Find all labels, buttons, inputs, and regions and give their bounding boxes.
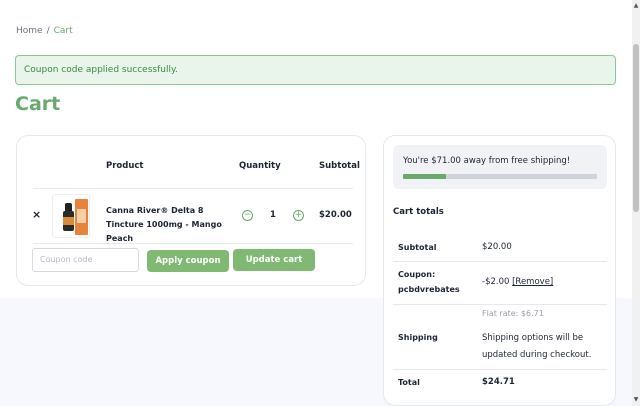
free-shipping-notice: You're $71.00 away from free shipping! bbox=[393, 145, 607, 189]
bottle-label-image bbox=[63, 217, 74, 225]
quantity-increase-button[interactable]: + bbox=[293, 210, 304, 221]
subtotal-label: Subtotal bbox=[398, 243, 437, 252]
product-name-link[interactable]: Canna River® Delta 8 Tincture 1000mg - M… bbox=[106, 204, 232, 246]
totals-divider bbox=[393, 304, 607, 305]
breadcrumb: Home / Cart bbox=[16, 26, 73, 36]
coupon-code-input[interactable]: Coupon code bbox=[32, 248, 139, 272]
product-box-stripe bbox=[77, 209, 86, 223]
free-shipping-progress-bar bbox=[403, 174, 597, 179]
breadcrumb-separator: / bbox=[46, 26, 50, 36]
shipping-options-note: Shipping options will be updated during … bbox=[482, 333, 592, 360]
coupon-discount: -$2.00 [Remove] bbox=[482, 275, 553, 290]
subtotal-column-header: Subtotal bbox=[319, 161, 360, 171]
free-shipping-message: You're $71.00 away from free shipping! bbox=[403, 156, 571, 166]
success-notice: Coupon code applied successfully. bbox=[15, 55, 616, 85]
apply-coupon-button[interactable]: Apply coupon bbox=[147, 250, 229, 272]
total-label: Total bbox=[398, 378, 420, 387]
header-divider bbox=[33, 188, 353, 189]
quantity-decrease-button[interactable]: − bbox=[242, 210, 253, 221]
product-thumbnail[interactable] bbox=[52, 194, 90, 238]
breadcrumb-current: Cart bbox=[53, 26, 73, 36]
coupon-label: Coupon: pcbdvrebates bbox=[398, 270, 460, 294]
total-value: $24.71 bbox=[482, 377, 515, 387]
line-item-subtotal: $20.00 bbox=[319, 210, 352, 220]
scroll-down-arrow-icon[interactable]: ▼ bbox=[632, 396, 640, 404]
cart-totals-title: Cart totals bbox=[393, 207, 444, 217]
scroll-up-arrow-icon[interactable]: ▲ bbox=[632, 2, 640, 10]
totals-divider bbox=[393, 369, 607, 370]
coupon-value: -$2.00 bbox=[482, 277, 510, 287]
free-shipping-progress-fill bbox=[403, 174, 446, 179]
quantity-column-header: Quantity bbox=[239, 161, 281, 171]
cart-totals-card: You're $71.00 away from free shipping! C… bbox=[383, 135, 616, 406]
breadcrumb-home-link[interactable]: Home bbox=[16, 26, 43, 36]
cart-table-card: Product Quantity Subtotal × Canna River®… bbox=[16, 135, 366, 286]
page-scrollbar[interactable]: ▲ ▼ bbox=[632, 0, 640, 406]
quantity-stepper: − 1 + bbox=[240, 208, 310, 224]
quantity-input[interactable]: 1 bbox=[270, 210, 276, 220]
remove-coupon-link[interactable]: [Remove] bbox=[512, 277, 553, 287]
subtotal-value: $20.00 bbox=[482, 242, 512, 252]
remove-item-button[interactable]: × bbox=[32, 208, 41, 221]
page-title: Cart bbox=[15, 93, 61, 115]
update-cart-button[interactable]: Update cart bbox=[233, 249, 315, 271]
item-divider bbox=[33, 243, 353, 244]
product-column-header: Product bbox=[106, 161, 144, 171]
totals-divider bbox=[393, 261, 607, 262]
scrollbar-thumb[interactable] bbox=[633, 44, 639, 212]
shipping-label: Shipping bbox=[398, 333, 438, 342]
flat-rate-text: Flat rate: $6.71 bbox=[482, 309, 544, 318]
